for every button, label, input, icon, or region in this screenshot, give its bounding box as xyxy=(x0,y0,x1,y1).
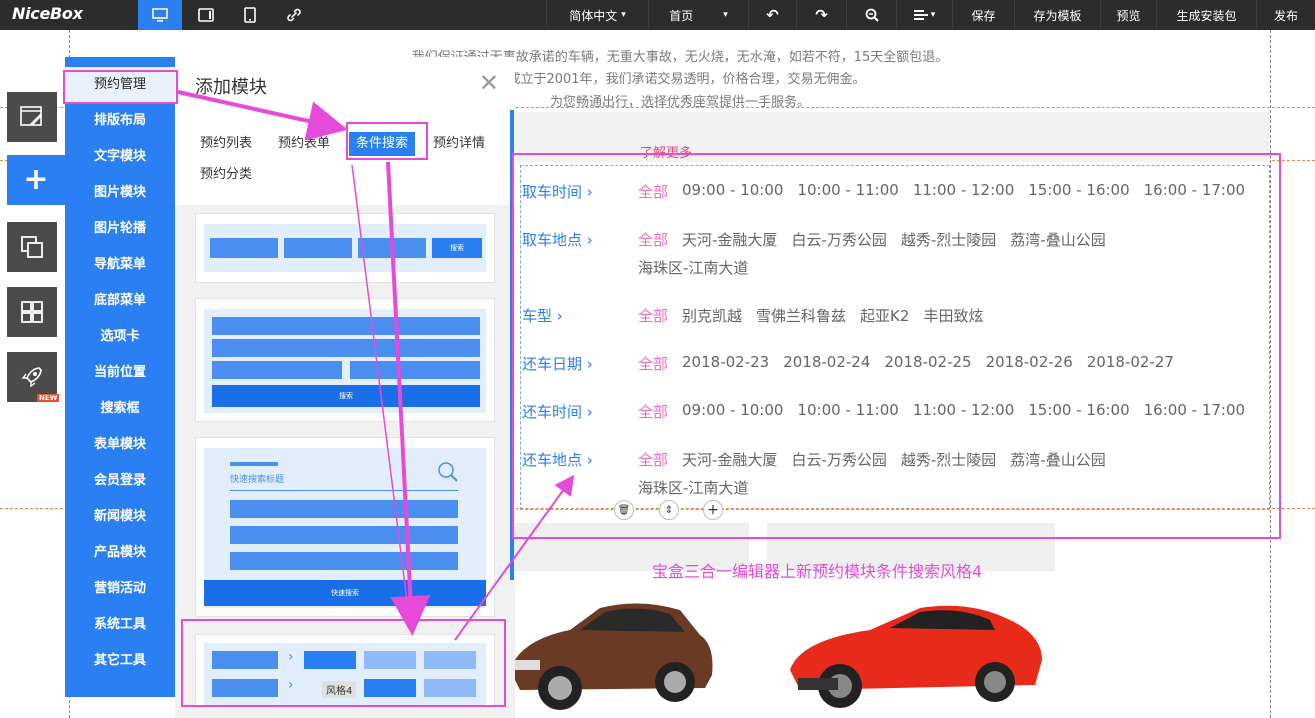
category-item[interactable]: 选项卡 xyxy=(65,319,175,355)
tablet-landscape-icon xyxy=(198,8,214,22)
dropdown-preview xyxy=(284,238,352,258)
page-settings-button[interactable] xyxy=(7,92,57,142)
tab-booking-category[interactable]: 预约分类 xyxy=(200,163,252,187)
module-style-card-1[interactable]: 搜索 xyxy=(195,213,495,283)
module-style-card-2[interactable]: 搜索 xyxy=(195,298,495,422)
link-icon xyxy=(287,8,301,22)
tab-booking-form[interactable]: 预约表单 xyxy=(278,132,330,156)
car-image-brown xyxy=(510,603,713,710)
plus-icon: + xyxy=(23,162,49,197)
module-style-card-3[interactable]: 快速搜索标题 快速搜索 xyxy=(195,437,495,617)
module-category-menu: 预约管理 排版布局 文字模块 图片模块 图片轮播 导航菜单 底部菜单 选项卡 当… xyxy=(65,57,175,697)
divider xyxy=(230,490,458,491)
mobile-view-button[interactable] xyxy=(228,0,272,30)
page-select[interactable]: 首页 ▾ xyxy=(648,0,748,30)
language-select[interactable]: 简体中文 ▾ xyxy=(546,0,648,30)
page-edit-icon xyxy=(20,106,42,126)
panel-tabs: 预约列表 预约表单 条件搜索 预约详情 预约分类 xyxy=(175,109,515,205)
card-search-title: 快速搜索标题 xyxy=(230,475,285,485)
redo-button[interactable]: ↷ xyxy=(796,0,846,30)
category-item[interactable]: 搜索框 xyxy=(65,391,175,427)
preview-button[interactable]: 预览 xyxy=(1100,0,1156,30)
card-preview: 搜索 xyxy=(204,309,486,413)
chevron-down-icon: ▾ xyxy=(723,10,728,20)
tablet-landscape-view-button[interactable] xyxy=(184,0,228,30)
apps-button[interactable]: NEW xyxy=(7,352,60,402)
panel-title: 添加模块 xyxy=(195,77,267,98)
card-preview: 搜索 xyxy=(204,224,486,272)
layers-icon xyxy=(21,236,43,258)
panel-header: 添加模块 ✕ xyxy=(175,57,515,109)
logo: NiceBox xyxy=(12,4,83,23)
category-item[interactable]: 新闻模块 xyxy=(65,499,175,535)
zoom-out-icon xyxy=(865,8,879,22)
chevron-down-icon: ▾ xyxy=(930,10,936,20)
align-select[interactable]: ▾ xyxy=(896,0,952,30)
chevron-down-icon: ▾ xyxy=(621,10,626,20)
category-item[interactable]: 底部菜单 xyxy=(65,283,175,319)
category-item[interactable]: 排版布局 xyxy=(65,103,175,139)
desktop-view-button[interactable] xyxy=(138,0,182,30)
desktop-icon xyxy=(152,8,168,22)
search-button-preview: 快速搜索 xyxy=(204,580,486,606)
link-view-button[interactable] xyxy=(272,0,316,30)
category-item[interactable]: 图片模块 xyxy=(65,175,175,211)
undo-icon: ↶ xyxy=(766,6,779,24)
category-item[interactable]: 导航菜单 xyxy=(65,247,175,283)
close-icon[interactable]: ✕ xyxy=(479,71,499,95)
mobile-icon xyxy=(244,7,256,23)
layers-button[interactable] xyxy=(7,222,57,272)
save-template-button[interactable]: 存为模板 xyxy=(1014,0,1100,30)
title-accent xyxy=(230,462,278,466)
car-image-red xyxy=(790,605,1042,708)
category-item[interactable]: 会员登录 xyxy=(65,463,175,499)
dropdown-preview xyxy=(230,526,458,544)
search-button-preview: 搜索 xyxy=(432,238,482,258)
add-module-panel-button[interactable]: + xyxy=(7,155,65,205)
category-item[interactable]: 图片轮播 xyxy=(65,211,175,247)
input-preview xyxy=(230,552,458,570)
dropdown-preview xyxy=(350,361,480,379)
category-item[interactable]: 其它工具 xyxy=(65,643,175,679)
caption: 宝盒三合一编辑器上新预约模块条件搜索风格4 xyxy=(652,562,983,581)
grid-icon xyxy=(21,301,43,323)
rocket-icon xyxy=(21,367,42,388)
page-label: 首页 xyxy=(669,8,694,23)
highlight-box xyxy=(63,70,178,104)
highlight-box xyxy=(512,153,1281,539)
generate-package-button[interactable]: 生成安装包 xyxy=(1156,0,1256,30)
dropdown-preview xyxy=(230,500,458,518)
align-icon xyxy=(913,10,928,20)
search-button-preview: 搜索 xyxy=(212,385,480,407)
input-preview xyxy=(212,339,480,357)
tab-booking-list[interactable]: 预约列表 xyxy=(200,132,252,156)
highlight-box xyxy=(346,122,428,160)
card-preview: 快速搜索标题 快速搜索 xyxy=(204,448,486,608)
category-item[interactable]: 表单模块 xyxy=(65,427,175,463)
zoom-button[interactable] xyxy=(846,0,896,30)
new-badge: NEW xyxy=(37,394,60,402)
highlight-box xyxy=(181,619,506,707)
tab-booking-detail[interactable]: 预约详情 xyxy=(433,132,485,156)
components-button[interactable] xyxy=(7,287,57,337)
save-button[interactable]: 保存 xyxy=(952,0,1014,30)
category-item[interactable]: 产品模块 xyxy=(65,535,175,571)
dropdown-preview xyxy=(210,238,278,258)
top-toolbar: NiceBox 简体中文 ▾ 首页 ▾ ↶ ↷ ▾ 保存 存为模板 预览 生成安装包… xyxy=(0,0,1315,30)
category-item[interactable]: 文字模块 xyxy=(65,139,175,175)
dropdown-preview xyxy=(358,238,426,258)
redo-icon: ↷ xyxy=(815,6,828,24)
category-item[interactable]: 系统工具 xyxy=(65,607,175,643)
category-item[interactable]: 当前位置 xyxy=(65,355,175,391)
dropdown-preview xyxy=(212,361,342,379)
dropdown-preview xyxy=(212,317,480,335)
publish-button[interactable]: 发布 xyxy=(1256,0,1315,30)
category-item[interactable]: 营销活动 xyxy=(65,571,175,607)
search-icon xyxy=(438,462,458,482)
undo-button[interactable]: ↶ xyxy=(748,0,796,30)
language-label: 简体中文 xyxy=(569,8,618,23)
